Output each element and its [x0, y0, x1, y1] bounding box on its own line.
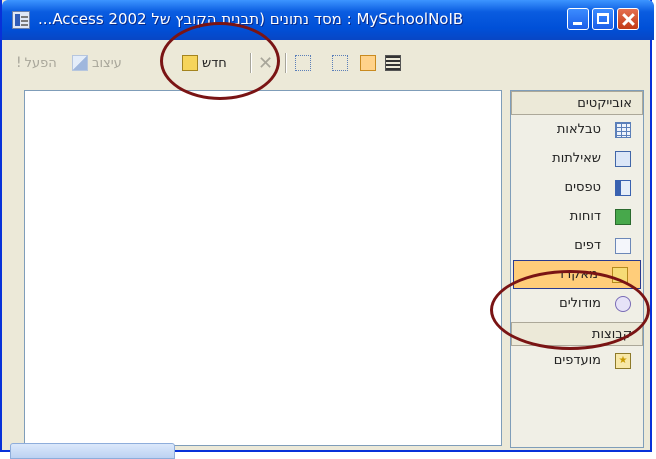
database-app-icon[interactable] [12, 11, 30, 29]
objects-item-queries[interactable]: שאילתות [511, 144, 643, 173]
objects-item-label: טפסים [564, 180, 601, 195]
toolbar-separator [285, 53, 287, 73]
form-icon [615, 179, 631, 196]
run-icon: ! [16, 55, 22, 71]
groups-header[interactable]: קבוצות [511, 322, 643, 346]
favorites-icon: ★ [615, 352, 631, 369]
maximize-button[interactable] [592, 8, 614, 30]
page-icon [615, 237, 631, 254]
groups-item-favorites[interactable]: ★ מועדפים [511, 346, 643, 375]
objects-item-label: טבלאות [556, 122, 601, 137]
groups-item-label: מועדפים [553, 353, 601, 368]
table-icon [615, 121, 631, 138]
design-button[interactable]: עיצוב [72, 52, 122, 74]
run-label: הפעל [24, 55, 57, 71]
title-bar[interactable]: MySchoolNoIB : מסד נתונים (תבנית הקובץ ש… [2, 0, 654, 40]
large-icons-button[interactable] [295, 52, 311, 74]
objects-item-label: דפים [574, 238, 601, 253]
objects-item-pages[interactable]: דפים [511, 231, 643, 260]
list-view-icon [360, 55, 376, 71]
objects-item-tables[interactable]: טבלאות [511, 115, 643, 144]
large-icons-icon [295, 55, 311, 71]
objects-header[interactable]: אובייקטים [511, 91, 643, 115]
toolbar-separator [250, 53, 252, 73]
objects-item-reports[interactable]: דוחות [511, 202, 643, 231]
delete-button[interactable]: ✕ [258, 52, 273, 74]
query-icon [615, 150, 631, 167]
objects-item-label: דוחות [569, 209, 601, 224]
delete-icon: ✕ [258, 52, 274, 74]
macro-icon [612, 266, 628, 283]
new-label: חדש [202, 55, 227, 71]
objects-item-macros[interactable]: מאקרו [513, 260, 641, 289]
objects-item-label: מאקרו [560, 267, 598, 282]
window-title: MySchoolNoIB : מסד נתונים (תבנית הקובץ ש… [38, 10, 464, 28]
details-view-icon [385, 55, 401, 71]
taskbar-button[interactable] [10, 443, 175, 459]
design-label: עיצוב [92, 55, 122, 71]
objects-item-label: מודולים [559, 296, 601, 311]
objects-item-modules[interactable]: מודולים [511, 289, 643, 318]
objects-item-forms[interactable]: טפסים [511, 173, 643, 202]
new-icon [182, 55, 198, 71]
module-icon [615, 295, 631, 312]
small-icons-button[interactable] [332, 52, 348, 74]
report-icon [615, 208, 631, 225]
design-icon [72, 55, 88, 71]
objects-list-pane[interactable] [24, 90, 502, 446]
list-view-button[interactable] [360, 52, 376, 74]
objects-bar: אובייקטים טבלאות שאילתות טפסים דוחות דפי… [510, 90, 644, 448]
minimize-button[interactable] [567, 8, 589, 30]
details-view-button[interactable] [385, 52, 401, 74]
run-button[interactable]: ! הפעל [16, 52, 57, 74]
objects-item-label: שאילתות [552, 151, 601, 166]
small-icons-icon [332, 55, 348, 71]
database-toolbar: ! הפעל עיצוב חדש ✕ [2, 40, 650, 84]
database-window: MySchoolNoIB : מסד נתונים (תבנית הקובץ ש… [0, 0, 654, 452]
new-button[interactable]: חדש [182, 52, 227, 74]
close-button[interactable] [617, 8, 639, 30]
